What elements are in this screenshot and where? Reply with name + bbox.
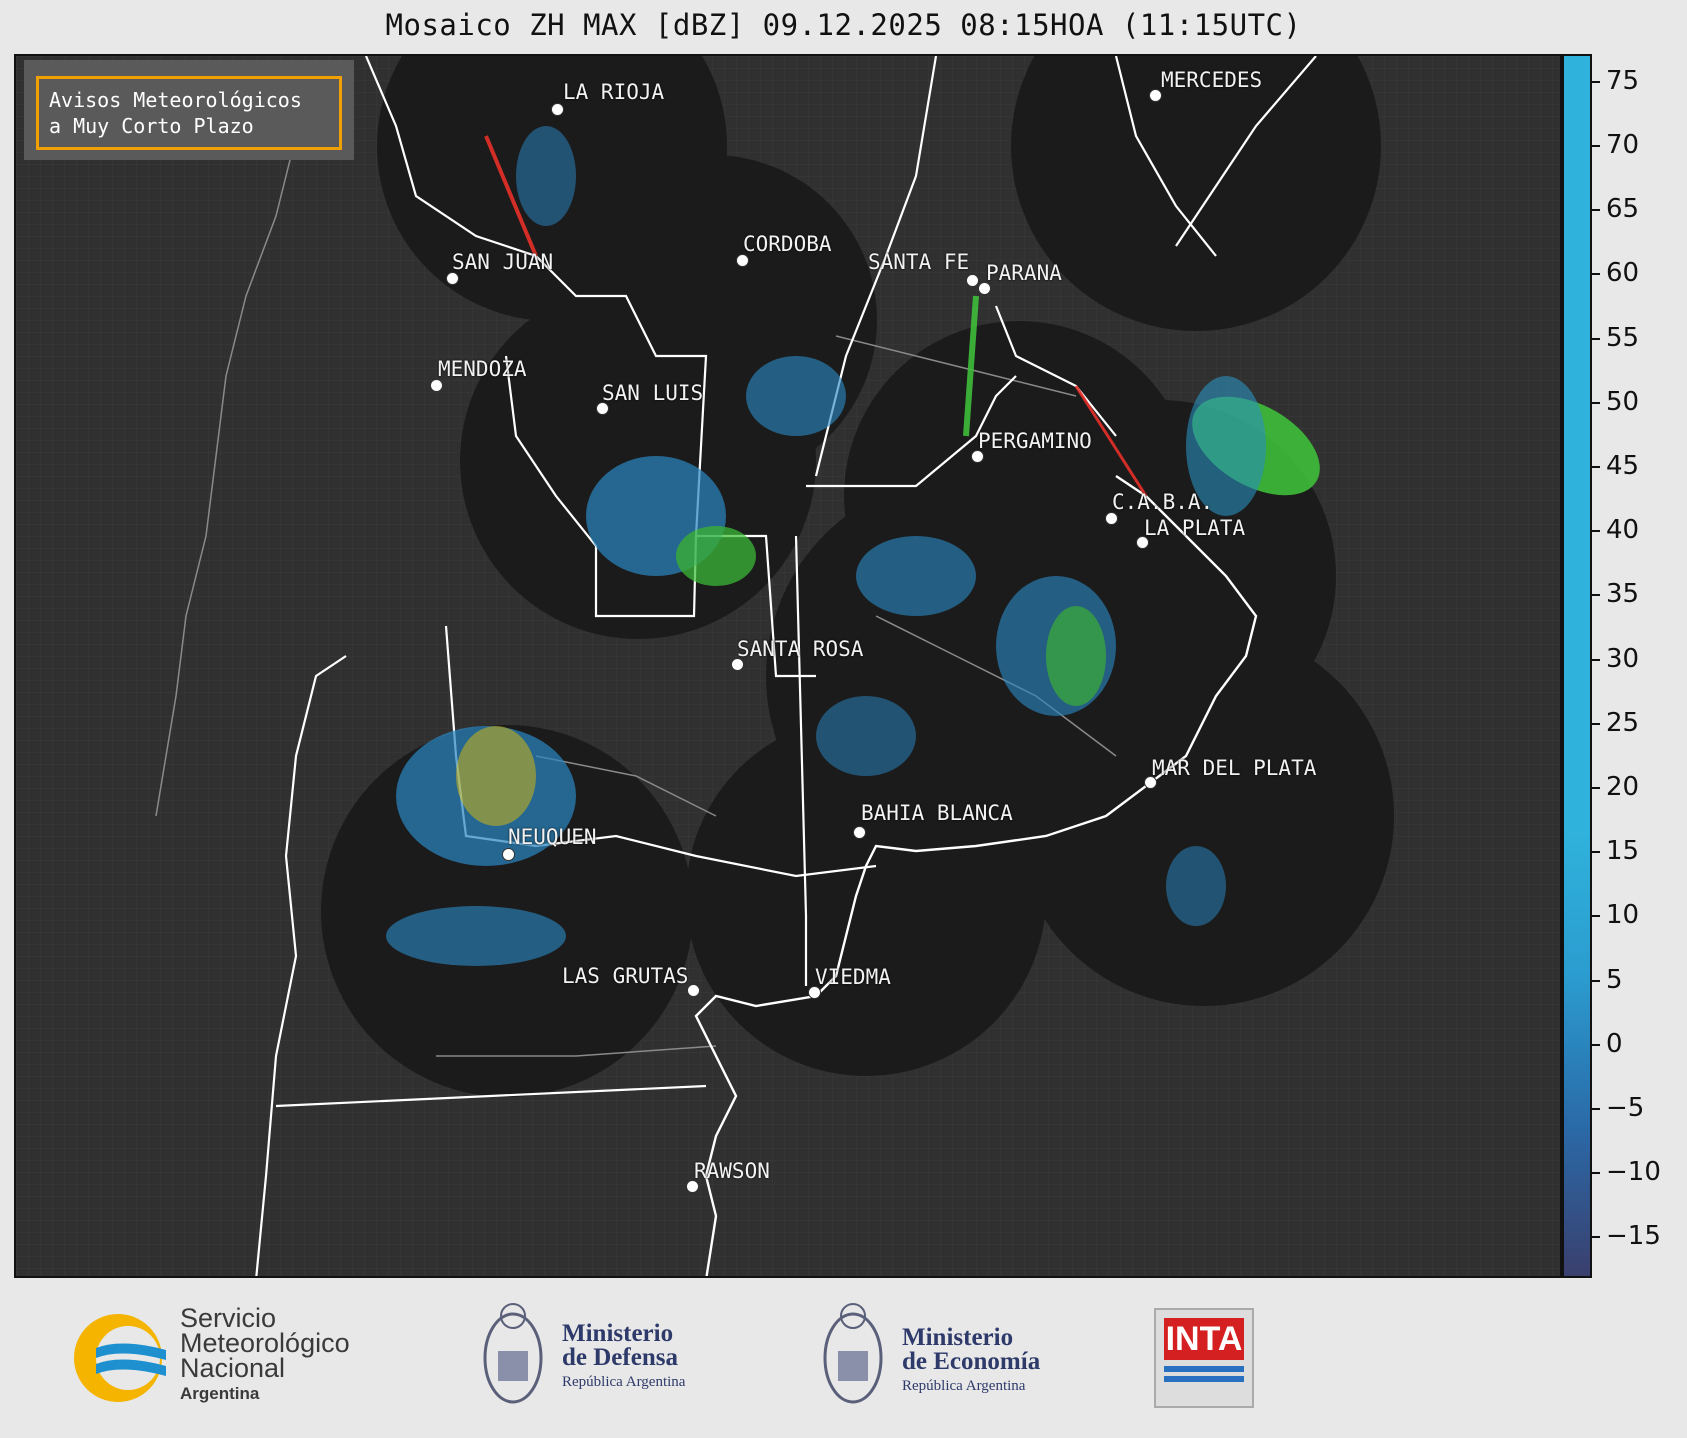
city-label-cordoba: CORDOBA bbox=[743, 232, 832, 256]
economia-line-2: de Economía bbox=[902, 1348, 1041, 1375]
city-label-caba: C.A.B.A. bbox=[1112, 490, 1214, 514]
dbz-colorbar bbox=[1562, 54, 1592, 1278]
city-marker-la-rioja bbox=[551, 103, 564, 116]
colorbar-tick-label: 30 bbox=[1606, 643, 1640, 674]
colorbar-tick-mark bbox=[1592, 722, 1600, 725]
warning-line-1: Avisos Meteorológicos bbox=[49, 88, 302, 112]
colorbar-tick-mark bbox=[1592, 1043, 1600, 1046]
defensa-name: Ministerio de Defensa República Argentin… bbox=[562, 1320, 686, 1394]
city-label-mercedes: MERCEDES bbox=[1161, 68, 1263, 92]
city-label-san-juan: SAN JUAN bbox=[452, 250, 554, 274]
colorbar-tick-mark bbox=[1592, 915, 1600, 918]
colorbar-tick-mark bbox=[1592, 80, 1600, 83]
colorbar-tick-mark bbox=[1592, 1108, 1600, 1111]
colorbar-tick-label: 10 bbox=[1606, 900, 1640, 931]
colorbar-tick-mark bbox=[1592, 1172, 1600, 1175]
defensa-line-1: Ministerio bbox=[562, 1320, 674, 1347]
city-label-la-rioja: LA RIOJA bbox=[563, 80, 665, 104]
colorbar-tick-label: 40 bbox=[1606, 515, 1640, 546]
colorbar-tick-label: 55 bbox=[1606, 322, 1640, 353]
colorbar-tick-label: 70 bbox=[1606, 129, 1640, 160]
inta-wordmark: INTA bbox=[1164, 1318, 1244, 1360]
colorbar-tick-label: 45 bbox=[1606, 450, 1640, 481]
economia-emblem-icon bbox=[818, 1296, 888, 1418]
smn-name: Servicio Meteorológico Nacional Argentin… bbox=[180, 1305, 350, 1406]
colorbar-tick-label: 15 bbox=[1606, 836, 1640, 867]
colorbar-tick-label: −10 bbox=[1606, 1157, 1661, 1188]
footer-logos: Servicio Meteorológico Nacional Argentin… bbox=[0, 1278, 1687, 1438]
colorbar-tick-label: 75 bbox=[1606, 65, 1640, 96]
colorbar-tick-mark bbox=[1592, 979, 1600, 982]
map-title: Mosaico ZH MAX [dBZ] 09.12.2025 08:15HOA… bbox=[385, 8, 1302, 42]
city-marker-neuquen bbox=[502, 848, 515, 861]
warning-line-2: a Muy Corto Plazo bbox=[49, 114, 254, 138]
colorbar-tick-label: 35 bbox=[1606, 579, 1640, 610]
colorbar-tick-label: 5 bbox=[1606, 964, 1623, 995]
inta-stripe-2 bbox=[1164, 1376, 1244, 1382]
city-label-viedma: VIEDMA bbox=[815, 965, 891, 989]
inta-stripe-1 bbox=[1164, 1366, 1244, 1372]
city-label-neuquen: NEUQUEN bbox=[508, 825, 597, 849]
colorbar-tick-label: 25 bbox=[1606, 707, 1640, 738]
colorbar-tick-mark bbox=[1592, 209, 1600, 212]
colorbar-tick-mark bbox=[1592, 851, 1600, 854]
city-marker-santa-fe bbox=[966, 274, 979, 287]
colorbar-tick-mark bbox=[1592, 401, 1600, 404]
city-label-las-grutas: LAS GRUTAS bbox=[562, 964, 689, 988]
smn-line-4: Argentina bbox=[180, 1384, 260, 1403]
colorbar-tick-mark bbox=[1592, 594, 1600, 597]
smn-emblem-icon bbox=[74, 1314, 166, 1402]
defensa-line-3: República Argentina bbox=[562, 1374, 686, 1390]
colorbar-tick-label: 20 bbox=[1606, 772, 1640, 802]
colorbar-tick-mark bbox=[1592, 1236, 1600, 1239]
smn-logo bbox=[66, 1308, 176, 1412]
defensa-line-2: de Defensa bbox=[562, 1344, 678, 1371]
colorbar-tick-label: 50 bbox=[1606, 386, 1640, 417]
colorbar-tick-label: −15 bbox=[1606, 1221, 1661, 1252]
city-label-rawson: RAWSON bbox=[694, 1159, 770, 1183]
warning-banner[interactable]: Avisos Meteorológicos a Muy Corto Plazo bbox=[24, 60, 354, 160]
smn-line-3: Nacional bbox=[180, 1353, 286, 1383]
city-label-bahia-blanca: BAHIA BLANCA bbox=[861, 801, 1013, 825]
economia-line-3: República Argentina bbox=[902, 1378, 1026, 1394]
radar-mosaic-map[interactable]: Avisos Meteorológicos a Muy Corto Plazo … bbox=[14, 54, 1562, 1278]
city-marker-las-grutas bbox=[687, 984, 700, 997]
city-label-la-plata: LA PLATA bbox=[1144, 516, 1246, 540]
economia-name: Ministerio de Economía República Argenti… bbox=[902, 1324, 1041, 1398]
colorbar-tick-mark bbox=[1592, 530, 1600, 533]
city-label-santa-rosa: SANTA ROSA bbox=[737, 637, 864, 661]
colorbar-tick-mark bbox=[1592, 273, 1600, 276]
colorbar-tick-mark bbox=[1592, 787, 1600, 789]
colorbar-tick-mark bbox=[1592, 658, 1600, 661]
colorbar-tick-mark bbox=[1592, 337, 1600, 340]
defensa-emblem-icon bbox=[478, 1296, 548, 1418]
city-label-mendoza: MENDOZA bbox=[438, 357, 527, 381]
city-label-san-luis: SAN LUIS bbox=[602, 381, 704, 405]
warning-banner-frame: Avisos Meteorológicos a Muy Corto Plazo bbox=[36, 76, 342, 150]
city-label-mar-del-plata: MAR DEL PLATA bbox=[1152, 756, 1317, 780]
city-label-parana: PARANA bbox=[986, 261, 1062, 285]
colorbar-tick-label: 0 bbox=[1606, 1028, 1623, 1059]
economia-line-1: Ministerio bbox=[902, 1324, 1014, 1351]
city-label-pergamino: PERGAMINO bbox=[978, 429, 1092, 453]
colorbar-tick-mark bbox=[1592, 465, 1600, 468]
inta-logo: INTA bbox=[1154, 1308, 1254, 1408]
colorbar-tick-mark bbox=[1592, 144, 1600, 147]
city-marker-bahia-blanca bbox=[853, 826, 866, 839]
city-label-santa-fe: SANTA FE bbox=[868, 250, 970, 274]
colorbar-tick-label: 65 bbox=[1606, 194, 1640, 225]
colorbar-tick-label: −5 bbox=[1606, 1093, 1645, 1124]
colorbar-tick-label: 60 bbox=[1606, 258, 1640, 289]
